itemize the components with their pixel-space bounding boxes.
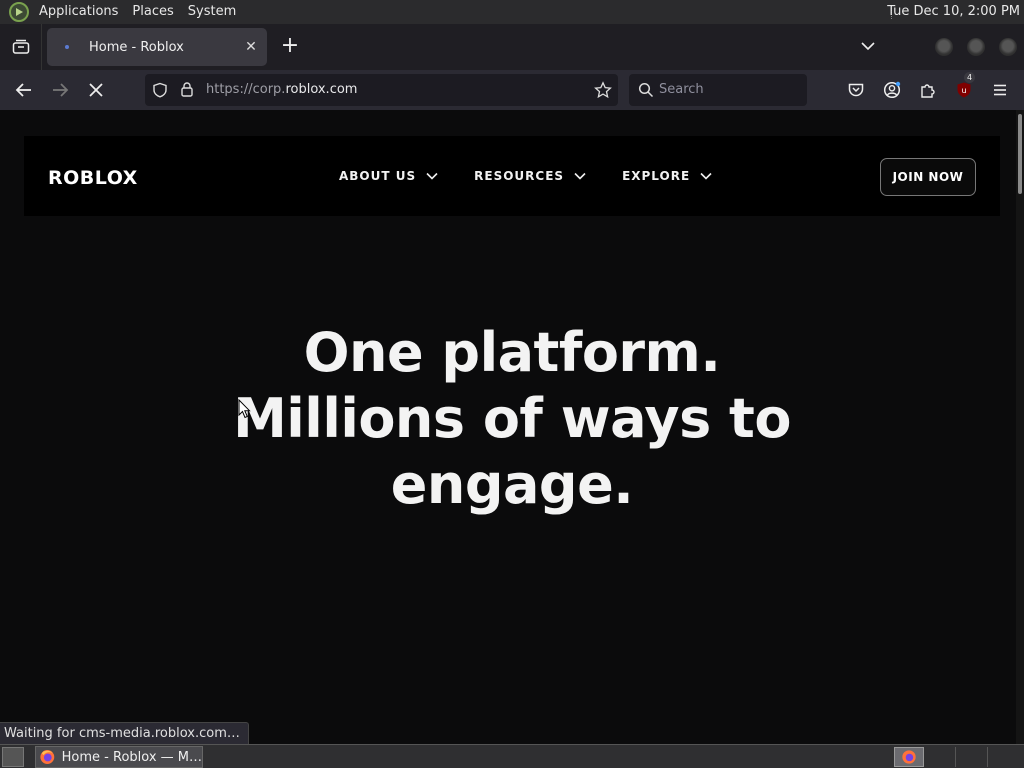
taskbar-window-title: Home - Roblox — M… (61, 749, 202, 765)
pocket-icon (848, 83, 864, 97)
taskbar-window-button[interactable]: Home - Roblox — M… (35, 746, 203, 768)
list-all-tabs-button[interactable] (858, 36, 878, 60)
url-text[interactable]: https://corp.roblox.com (206, 82, 357, 97)
nav-explore[interactable]: EXPLORE (622, 169, 712, 183)
hamburger-menu-icon (994, 84, 1006, 96)
loading-favicon-icon (59, 39, 75, 55)
account-icon (883, 81, 901, 99)
url-bar[interactable]: https://corp.roblox.com (145, 74, 618, 106)
site-header: ROBLOX ABOUT US RESOURCES EXPLORE JOIN N… (24, 136, 1000, 216)
search-input[interactable]: Search (629, 74, 807, 106)
hero-line-1: One platform. (303, 321, 721, 384)
mouse-cursor-icon (238, 399, 251, 419)
nav-about-us-label: ABOUT US (339, 169, 417, 183)
url-prefix: https://corp. (206, 82, 286, 97)
tab-list-icon (12, 39, 29, 54)
lock-icon[interactable] (179, 81, 195, 98)
url-domain: roblox.com (285, 82, 358, 97)
web-page-viewport: ROBLOX ABOUT US RESOURCES EXPLORE JOIN N… (0, 110, 1016, 744)
shield-icon[interactable] (152, 82, 168, 98)
maximize-window-button[interactable] (967, 38, 985, 56)
page-scrollbar[interactable] (1016, 110, 1024, 744)
extension-badge: 4 (964, 72, 976, 83)
tab-title: Home - Roblox (89, 39, 184, 55)
hero-headline: One platform. Millions of ways to engage… (0, 320, 1016, 518)
back-button[interactable] (12, 78, 36, 102)
chevron-down-icon (574, 172, 586, 180)
workspace-1[interactable] (894, 747, 924, 767)
minimize-window-button[interactable] (935, 38, 953, 56)
firefox-icon (902, 750, 916, 764)
clock[interactable]: Tue Dec 10, 2:00 PM (887, 0, 1020, 24)
tab-close-icon[interactable]: ✕ (241, 39, 261, 55)
stop-x-icon (89, 83, 103, 97)
arrow-left-icon (15, 83, 31, 97)
workspace-4[interactable] (990, 747, 1020, 767)
menu-applications[interactable]: Applications (32, 0, 125, 24)
svg-text:u: u (961, 86, 966, 95)
site-nav: ABOUT US RESOURCES EXPLORE (339, 169, 748, 183)
scrollbar-thumb[interactable] (1018, 114, 1022, 194)
chevron-down-icon (426, 172, 438, 180)
new-tab-button[interactable]: + (278, 34, 302, 58)
ublock-extension-button[interactable]: u 4 (954, 72, 976, 100)
puzzle-icon (921, 84, 935, 98)
browser-tab-bar: Home - Roblox ✕ + (0, 24, 1024, 70)
tab-list-button[interactable] (0, 24, 42, 70)
workspace-3[interactable] (958, 747, 988, 767)
distro-logo-icon[interactable] (9, 2, 29, 22)
menu-system[interactable]: System (181, 0, 243, 24)
firefox-icon (40, 750, 55, 764)
nav-explore-label: EXPLORE (622, 169, 691, 183)
bookmark-star-icon[interactable] (594, 81, 612, 99)
extensions-button[interactable] (918, 80, 938, 100)
tab-home-roblox[interactable]: Home - Roblox ✕ (47, 28, 267, 66)
nav-about-us[interactable]: ABOUT US (339, 169, 438, 183)
system-top-bar: Applications Places System Tue Dec 10, 2… (0, 0, 1024, 24)
roblox-logo[interactable]: ROBLOX (48, 167, 138, 189)
desktop-taskbar: Home - Roblox — M… (0, 744, 1024, 768)
menu-places[interactable]: Places (125, 0, 180, 24)
nav-resources[interactable]: RESOURCES (474, 169, 586, 183)
ublock-shield-icon: u (957, 82, 971, 98)
join-now-button[interactable]: JOIN NOW (880, 158, 976, 196)
pocket-button[interactable] (846, 80, 866, 100)
account-button[interactable] (882, 80, 902, 100)
chevron-down-icon (861, 42, 875, 51)
search-icon (638, 82, 654, 98)
show-desktop-icon[interactable] (2, 747, 24, 767)
workspace-2[interactable] (926, 747, 956, 767)
browser-nav-bar: https://corp.roblox.com Search u 4 (0, 70, 1024, 110)
stop-loading-button[interactable] (84, 78, 108, 102)
close-window-button[interactable] (999, 38, 1017, 56)
search-placeholder: Search (659, 82, 704, 97)
nav-resources-label: RESOURCES (474, 169, 565, 183)
app-menu-button[interactable] (990, 80, 1010, 100)
forward-button[interactable] (48, 78, 72, 102)
arrow-right-icon (53, 83, 69, 97)
chevron-down-icon (700, 172, 712, 180)
hero-line-2: Millions of ways to (233, 387, 791, 450)
status-bar: Waiting for cms-media.roblox.com… (0, 722, 249, 744)
hero-line-3: engage. (390, 453, 634, 516)
